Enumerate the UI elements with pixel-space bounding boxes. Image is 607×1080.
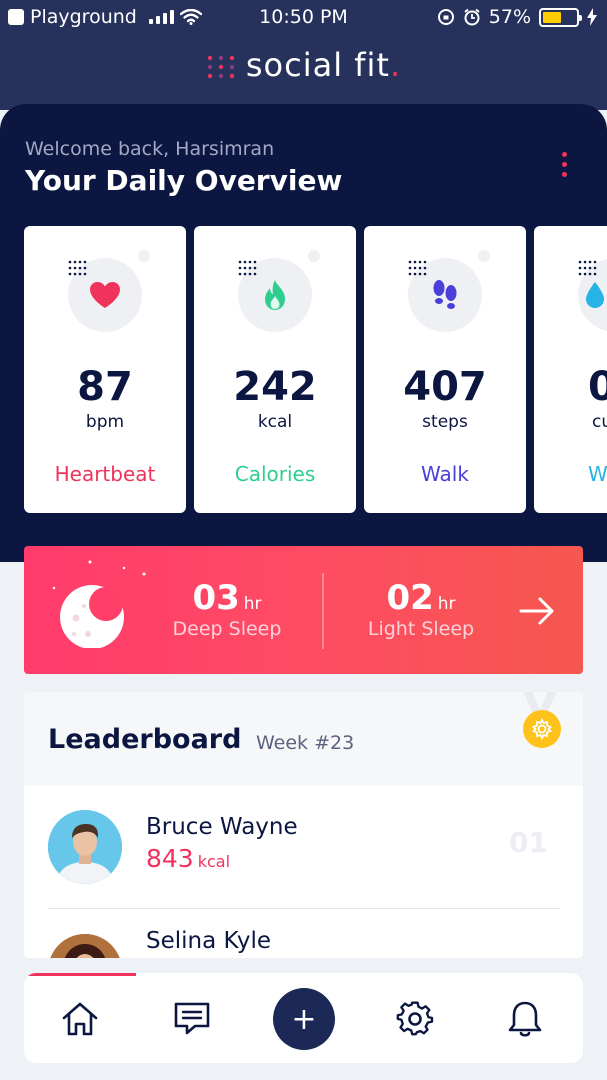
plus-icon: +: [291, 1001, 317, 1037]
leaderboard-kcal-unit: kcal: [197, 852, 231, 871]
leaderboard-title: Leaderboard: [48, 724, 242, 755]
leaderboard-row[interactable]: Selina Kyle: [24, 910, 583, 958]
metric-unit: bpm: [85, 412, 125, 432]
decor-dot: [478, 250, 490, 262]
deep-sleep-label: Deep Sleep: [172, 618, 282, 640]
active-tab-indicator: [24, 973, 136, 976]
heart-icon: [90, 282, 120, 308]
metric-unit: cu: [592, 412, 607, 432]
bell-icon: [508, 1001, 542, 1037]
stars-icon: [52, 560, 146, 590]
logo-text: social fit: [245, 46, 390, 84]
metric-label: Walk: [421, 462, 469, 486]
leaderboard-card: Leaderboard Week #23 Bruce Wayne 843 kcal…: [24, 692, 583, 958]
light-sleep-label: Light Sleep: [367, 618, 475, 640]
tab-settings[interactable]: [393, 997, 437, 1041]
metric-value: 87: [77, 364, 133, 410]
bottom-tab-bar: +: [24, 973, 583, 1063]
grid-dots-icon: [408, 260, 427, 276]
alarm-icon: [464, 8, 480, 26]
metric-value: 242: [233, 364, 317, 410]
water-icon: [586, 282, 604, 308]
leaderboard-kcal: 843 kcal: [146, 844, 230, 873]
add-button[interactable]: +: [273, 988, 335, 1050]
charging-icon: [587, 8, 597, 26]
metric-card-calories[interactable]: 242 kcal Calories: [194, 226, 356, 513]
grid-dots-icon: [68, 260, 87, 276]
deep-sleep-value: 03: [192, 578, 240, 618]
sleep-divider: [322, 573, 324, 649]
light-sleep-value: 02: [386, 578, 434, 618]
battery-percent: 57%: [488, 6, 531, 28]
metric-unit: steps: [422, 412, 468, 432]
metric-card-walk[interactable]: 407 steps Walk: [364, 226, 526, 513]
flame-icon: [265, 280, 285, 310]
avatar-person-icon: [48, 934, 122, 958]
metric-unit: kcal: [257, 412, 293, 432]
chat-icon: [174, 1002, 210, 1035]
sleep-card[interactable]: 03 hr Deep Sleep 02 hr Light Sleep: [24, 546, 583, 674]
row-divider: [48, 908, 560, 909]
footsteps-icon: [433, 280, 457, 309]
status-bar: Playground 10:50 PM 57%: [0, 0, 607, 34]
arrow-right-icon[interactable]: [518, 596, 556, 626]
leaderboard-row[interactable]: Bruce Wayne 843 kcal 01: [24, 786, 583, 910]
deep-sleep-unit: hr: [243, 594, 262, 614]
tab-notifications[interactable]: [503, 997, 547, 1041]
metric-label: W: [588, 462, 607, 486]
tab-messages[interactable]: [170, 997, 214, 1041]
decor-dot: [138, 250, 150, 262]
gear-icon: [396, 1001, 434, 1036]
leaderboard-name: Bruce Wayne: [146, 814, 298, 840]
logo-dots-icon: [207, 55, 235, 79]
page-title: Your Daily Overview: [25, 164, 343, 197]
decor-dot: [308, 250, 320, 262]
status-right: 57%: [437, 6, 597, 28]
more-options-icon[interactable]: [556, 152, 572, 182]
metric-value: 0: [588, 364, 607, 410]
avatar: [48, 810, 122, 884]
badge-gear-icon: [531, 718, 553, 740]
leaderboard-week: Week #23: [256, 732, 355, 754]
home-icon: [62, 1002, 98, 1036]
app-logo: social fit.: [0, 46, 607, 84]
metric-value: 407: [403, 364, 487, 410]
metric-card-water[interactable]: 0 cu W: [534, 226, 607, 513]
leaderboard-rank: 01: [509, 826, 548, 859]
metric-label: Calories: [234, 462, 316, 486]
logo-accent-dot: .: [389, 46, 402, 84]
avatar: [48, 934, 122, 958]
leaderboard-kcal-value: 843: [146, 844, 194, 873]
grid-dots-icon: [238, 260, 257, 276]
avatar-person-icon: [48, 810, 122, 884]
battery-icon: [539, 7, 582, 27]
medal-icon[interactable]: [523, 710, 561, 748]
tab-home[interactable]: [58, 997, 102, 1041]
grid-dots-icon: [578, 260, 597, 276]
metric-label: Heartbeat: [54, 462, 156, 486]
light-sleep-block: 02 hr Light Sleep: [356, 578, 486, 640]
light-sleep-unit: hr: [437, 594, 456, 614]
metric-card-heartbeat[interactable]: 87 bpm Heartbeat: [24, 226, 186, 513]
rotation-lock-icon: [437, 9, 454, 25]
deep-sleep-block: 03 hr Deep Sleep: [162, 578, 292, 640]
leaderboard-name: Selina Kyle: [146, 928, 272, 954]
welcome-text: Welcome back, Harsimran: [25, 138, 275, 160]
